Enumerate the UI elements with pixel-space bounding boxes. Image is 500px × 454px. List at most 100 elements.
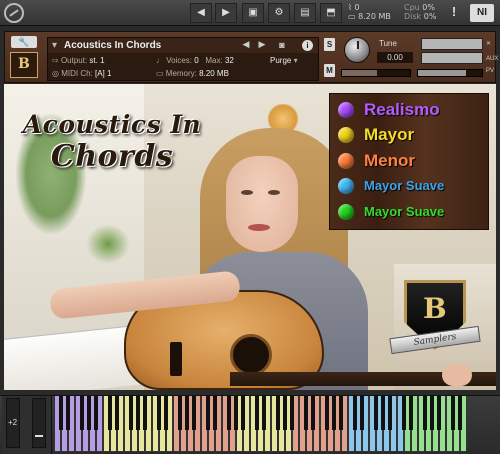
black-key[interactable] bbox=[136, 396, 140, 430]
keyboard-panel: +2 bbox=[0, 395, 500, 454]
black-key[interactable] bbox=[94, 396, 98, 430]
black-key[interactable] bbox=[325, 396, 329, 430]
black-key[interactable] bbox=[164, 396, 168, 430]
black-key[interactable] bbox=[192, 396, 196, 430]
black-key[interactable] bbox=[157, 396, 161, 430]
purge-button[interactable]: Purge ▾ bbox=[270, 56, 298, 65]
black-key[interactable] bbox=[304, 396, 308, 430]
instrument-logo bbox=[10, 52, 38, 78]
level-meter-left bbox=[421, 38, 483, 50]
ni-logo[interactable]: NI bbox=[470, 4, 494, 22]
legend-item: Realismo bbox=[338, 100, 488, 120]
black-key[interactable] bbox=[353, 396, 357, 430]
volume-slider[interactable] bbox=[417, 69, 483, 77]
aux-label[interactable]: AUX bbox=[486, 56, 498, 62]
artwork-title: Acoustics In Chords bbox=[16, 110, 208, 174]
black-key[interactable] bbox=[430, 396, 434, 430]
warning-icon[interactable]: ! bbox=[448, 4, 460, 22]
prev-instrument-icon[interactable]: ◀ bbox=[240, 39, 252, 50]
black-key[interactable] bbox=[59, 396, 63, 430]
octave-offset[interactable]: +2 bbox=[8, 418, 17, 427]
black-key[interactable] bbox=[360, 396, 364, 430]
legend-label: Realismo bbox=[364, 100, 440, 119]
black-key[interactable] bbox=[374, 396, 378, 430]
black-key[interactable] bbox=[178, 396, 182, 430]
tune-label: Tune bbox=[379, 39, 397, 48]
black-key[interactable] bbox=[381, 396, 385, 430]
legend-item: Menor bbox=[338, 151, 488, 171]
black-key[interactable] bbox=[458, 396, 462, 430]
black-key[interactable] bbox=[185, 396, 189, 430]
black-key[interactable] bbox=[241, 396, 245, 430]
black-key[interactable] bbox=[402, 396, 406, 430]
cpu-disk-stat: Cpu 0% Disk 0% bbox=[404, 3, 437, 21]
memory-row: ▭ Memory: 8.20 MB bbox=[156, 69, 229, 78]
black-key[interactable] bbox=[108, 396, 112, 430]
mute-button[interactable]: M bbox=[324, 64, 335, 77]
black-key[interactable] bbox=[80, 396, 84, 430]
woman-hand bbox=[442, 364, 472, 386]
black-key[interactable] bbox=[213, 396, 217, 430]
black-key[interactable] bbox=[206, 396, 210, 430]
emblem-letter: B bbox=[423, 292, 447, 325]
tune-knob[interactable] bbox=[344, 37, 370, 63]
woman-eye-left bbox=[241, 190, 253, 195]
output-row[interactable]: ⇨ Output: st. 1 bbox=[52, 56, 105, 65]
midi-icon: ◎ bbox=[52, 69, 62, 78]
legend-label: Mayor Suave bbox=[364, 178, 445, 193]
gear-icon[interactable]: ⚙ bbox=[268, 3, 290, 23]
legend-label: Menor bbox=[364, 151, 415, 170]
info-icon[interactable]: i bbox=[302, 40, 313, 51]
level-meter-right bbox=[421, 52, 483, 64]
instrument-header: 🔧 Acoustics In Chords ◀ ▶ ◙ i ⇨ Output: … bbox=[4, 31, 498, 83]
legend-label: Mayor bbox=[364, 125, 415, 144]
kontakt-logo-icon[interactable] bbox=[4, 3, 24, 23]
view-layout-icon[interactable]: ▤ bbox=[294, 3, 316, 23]
wrench-icon[interactable]: 🔧 bbox=[11, 36, 37, 48]
midi-channel-row[interactable]: ◎ MIDI Ch: [A] 1 bbox=[52, 69, 111, 78]
black-key[interactable] bbox=[409, 396, 413, 430]
black-key[interactable] bbox=[437, 396, 441, 430]
solo-button[interactable]: S bbox=[324, 38, 335, 51]
close-icon[interactable]: ✕ bbox=[486, 40, 491, 47]
black-key[interactable] bbox=[283, 396, 287, 430]
black-key[interactable] bbox=[311, 396, 315, 430]
camera-icon[interactable]: ◙ bbox=[276, 40, 288, 51]
black-key[interactable] bbox=[143, 396, 147, 430]
prev-arrow-icon[interactable]: ◀ bbox=[190, 3, 212, 23]
voices-stat: ⌇ 0 ▭ 8.20 MB bbox=[348, 3, 391, 21]
instrument-info-box: Acoustics In Chords ◀ ▶ ◙ i ⇨ Output: st… bbox=[47, 37, 319, 81]
save-disk-icon[interactable]: ▣ bbox=[242, 3, 264, 23]
black-key[interactable] bbox=[227, 396, 231, 430]
black-key[interactable] bbox=[129, 396, 133, 430]
purple-dot-icon bbox=[338, 102, 354, 118]
black-key[interactable] bbox=[423, 396, 427, 430]
next-instrument-icon[interactable]: ▶ bbox=[256, 39, 268, 50]
black-key[interactable] bbox=[262, 396, 266, 430]
black-key[interactable] bbox=[388, 396, 392, 430]
black-key[interactable] bbox=[115, 396, 119, 430]
black-key[interactable] bbox=[332, 396, 336, 430]
piano-keyboard[interactable] bbox=[54, 396, 497, 452]
black-key[interactable] bbox=[234, 396, 238, 430]
memory-icon: ▭ bbox=[156, 69, 166, 78]
black-key[interactable] bbox=[339, 396, 343, 430]
tune-value[interactable]: 0.00 bbox=[377, 52, 413, 63]
black-key[interactable] bbox=[66, 396, 70, 430]
black-key[interactable] bbox=[451, 396, 455, 430]
resize-icon[interactable]: ⬒ bbox=[320, 3, 342, 23]
next-arrow-icon[interactable]: ▶ bbox=[215, 3, 237, 23]
mod-wheel[interactable] bbox=[32, 398, 46, 448]
volume-slider-fill bbox=[418, 70, 466, 76]
voices-icon: ♩ bbox=[156, 56, 167, 65]
legend-item: Mayor Suave bbox=[338, 202, 488, 222]
top-toolbar: ◀ ▶ ▣ ⚙ ▤ ⬒ ⌇ 0 ▭ 8.20 MB Cpu 0% Disk 0%… bbox=[0, 0, 500, 26]
black-key[interactable] bbox=[290, 396, 294, 430]
black-key[interactable] bbox=[87, 396, 91, 430]
green-dot-icon bbox=[338, 204, 354, 220]
pan-slider[interactable] bbox=[341, 69, 411, 77]
pv-label[interactable]: PV bbox=[486, 68, 494, 74]
black-key[interactable] bbox=[276, 396, 280, 430]
artwork-title-line2: Chords bbox=[50, 139, 174, 174]
black-key[interactable] bbox=[255, 396, 259, 430]
